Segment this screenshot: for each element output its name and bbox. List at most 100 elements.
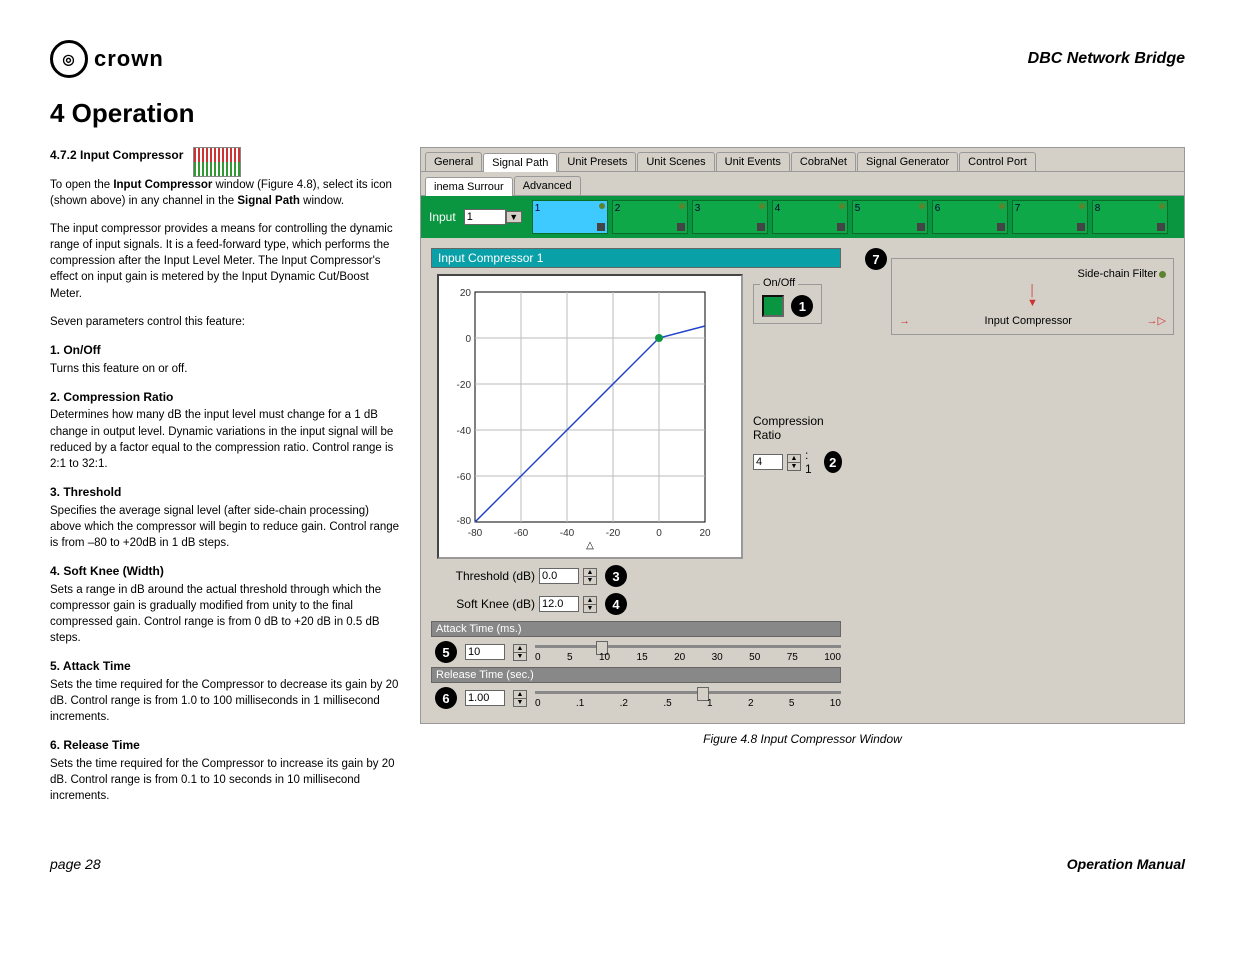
channel-8[interactable]: 8 — [1092, 200, 1168, 234]
sub-tabs: inema SurrourAdvanced — [421, 172, 1184, 196]
input-label: Input — [425, 210, 460, 224]
tab-cobranet[interactable]: CobraNet — [791, 152, 856, 171]
manual-label: Operation Manual — [1067, 856, 1185, 872]
status-dot-icon — [1159, 271, 1166, 278]
param-heading: 1. On/Off — [50, 342, 400, 359]
param-heading: 2. Compression Ratio — [50, 389, 400, 406]
onoff-label: On/Off — [760, 277, 798, 289]
callout-5: 5 — [435, 641, 457, 663]
svg-text:0: 0 — [656, 528, 662, 539]
param-body: Turns this feature on or off. — [50, 361, 400, 377]
threshold-spinner[interactable]: ▲▼ — [583, 568, 597, 585]
threshold-input[interactable] — [539, 568, 579, 584]
param-body: Specifies the average signal level (afte… — [50, 503, 400, 551]
tab-signal-path[interactable]: Signal Path — [483, 153, 557, 172]
input-compressor-label: Input Compressor — [985, 315, 1072, 327]
param-body: Sets the time required for the Compresso… — [50, 677, 400, 725]
panel-title: Input Compressor 1 — [431, 248, 841, 268]
tab-control-port[interactable]: Control Port — [959, 152, 1036, 171]
threshold-label: Threshold (dB) — [437, 569, 535, 583]
softknee-spinner[interactable]: ▲▼ — [583, 596, 597, 613]
param-heading: 6. Release Time — [50, 737, 400, 754]
ratio-suffix: : 1 — [805, 448, 816, 476]
callout-2: 2 — [824, 451, 842, 473]
arrow-down-icon: │▼ — [898, 285, 1167, 309]
attack-input[interactable] — [465, 644, 505, 660]
subtab[interactable]: inema Surrour — [425, 177, 513, 196]
figure-caption: Figure 4.8 Input Compressor Window — [420, 732, 1185, 746]
main-tabs: GeneralSignal PathUnit PresetsUnit Scene… — [421, 148, 1184, 172]
svg-text:-60: -60 — [514, 528, 529, 539]
param-heading: 4. Soft Knee (Width) — [50, 563, 400, 580]
brand-logo: ◎ crown — [50, 40, 164, 78]
intro-p3: Seven parameters control this feature: — [50, 314, 400, 330]
svg-text:-20: -20 — [606, 528, 621, 539]
subtab[interactable]: Advanced — [514, 176, 581, 195]
softknee-input[interactable] — [539, 596, 579, 612]
attack-spinner[interactable]: ▲▼ — [513, 644, 527, 661]
product-name: DBC Network Bridge — [1028, 50, 1185, 68]
onoff-group: On/Off 1 — [753, 284, 822, 324]
svg-text:0: 0 — [465, 334, 471, 345]
section-heading: 4.7.2 Input Compressor — [50, 147, 183, 164]
svg-text:-60: -60 — [457, 472, 472, 483]
app-window: GeneralSignal PathUnit PresetsUnit Scene… — [420, 147, 1185, 724]
tab-unit-scenes[interactable]: Unit Scenes — [637, 152, 714, 171]
page-title: 4 Operation — [50, 98, 1185, 129]
intro-p1: To open the Input Compressor window (Fig… — [50, 177, 400, 209]
arrow-right-in-icon: → — [899, 315, 910, 327]
svg-text:-40: -40 — [457, 426, 472, 437]
channel-4[interactable]: 4 — [772, 200, 848, 234]
attack-slider[interactable]: 05101520305075100 — [535, 641, 841, 663]
attack-title: Attack Time (ms.) — [431, 621, 841, 637]
tab-general[interactable]: General — [425, 152, 482, 171]
callout-4: 4 — [605, 593, 627, 615]
sidechain-filter-label: Side-chain Filter — [1078, 268, 1157, 280]
arrow-right-out-icon: →▷ — [1147, 314, 1166, 327]
param-heading: 3. Threshold — [50, 484, 400, 501]
graph-slider-handle-icon[interactable]: △ — [445, 540, 735, 551]
input-select[interactable] — [464, 209, 506, 225]
channel-6[interactable]: 6 — [932, 200, 1008, 234]
compressor-graph: 20 0 -20 -40 -60 -80 -80 -60 -40 -20 0 20 △ — [437, 274, 743, 559]
svg-text:-80: -80 — [457, 516, 472, 527]
channel-2[interactable]: 2 — [612, 200, 688, 234]
release-input[interactable] — [465, 690, 505, 706]
param-body: Determines how many dB the input level m… — [50, 407, 400, 471]
input-toolbar: Input ▼ 12345678 — [421, 196, 1184, 238]
ratio-spinner[interactable]: ▲▼ — [787, 454, 801, 471]
channel-1[interactable]: 1 — [532, 200, 608, 234]
release-spinner[interactable]: ▲▼ — [513, 690, 527, 707]
brand-text: crown — [94, 46, 164, 72]
input-dropdown-icon[interactable]: ▼ — [506, 211, 522, 223]
param-body: Sets the time required for the Compresso… — [50, 756, 400, 804]
compressor-thumbnail-icon — [193, 147, 241, 177]
channel-7[interactable]: 7 — [1012, 200, 1088, 234]
signal-chain-box: Side-chain Filter │▼ → Input Compressor →▷ — [891, 258, 1174, 335]
intro-p2: The input compressor provides a means fo… — [50, 221, 400, 301]
page-number: page 28 — [50, 856, 101, 872]
svg-text:-80: -80 — [468, 528, 483, 539]
callout-1: 1 — [791, 295, 813, 317]
tab-unit-events[interactable]: Unit Events — [716, 152, 790, 171]
callout-3: 3 — [605, 565, 627, 587]
svg-text:20: 20 — [460, 288, 472, 299]
logo-icon: ◎ — [50, 40, 88, 78]
softknee-label: Soft Knee (dB) — [437, 597, 535, 611]
release-slider[interactable]: 0.1.2.512510 — [535, 687, 841, 709]
release-title: Release Time (sec.) — [431, 667, 841, 683]
svg-text:20: 20 — [699, 528, 711, 539]
svg-text:-20: -20 — [457, 380, 472, 391]
channel-5[interactable]: 5 — [852, 200, 928, 234]
param-body: Sets a range in dB around the actual thr… — [50, 582, 400, 646]
tab-signal-generator[interactable]: Signal Generator — [857, 152, 958, 171]
callout-6: 6 — [435, 687, 457, 709]
callout-7: 7 — [865, 248, 887, 270]
param-heading: 5. Attack Time — [50, 658, 400, 675]
channel-3[interactable]: 3 — [692, 200, 768, 234]
ratio-label: Compression Ratio — [753, 414, 842, 442]
ratio-input[interactable] — [753, 454, 783, 470]
svg-text:-40: -40 — [560, 528, 575, 539]
onoff-button[interactable] — [762, 295, 784, 317]
tab-unit-presets[interactable]: Unit Presets — [558, 152, 636, 171]
